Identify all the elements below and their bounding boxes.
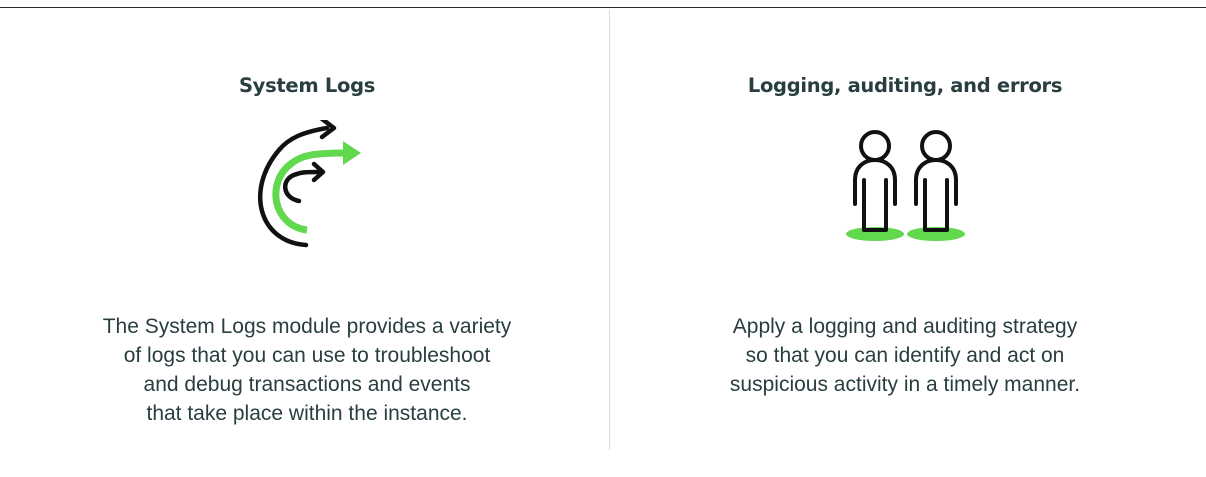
description-line: suspicious activity in a timely manner.	[729, 373, 1081, 396]
card-icon-wrap	[12, 120, 602, 250]
description-line: Apply a logging and auditing strategy	[732, 315, 1078, 338]
description-line: so that you can identify and act on	[745, 344, 1065, 367]
redirect-arrows-icon	[257, 120, 361, 248]
description-line: The System Logs module provides a variet…	[102, 315, 512, 338]
description-line: of logs that you can use to troubleshoot	[123, 344, 491, 367]
card-description: The System Logs module provides a variet…	[12, 312, 602, 428]
card-title: System Logs	[238, 74, 376, 97]
card-description: Apply a logging and auditing strategy so…	[610, 312, 1200, 399]
description-line: that take place within the instance.	[146, 402, 468, 425]
card-system-logs: System Logs The System Logs module provi…	[12, 0, 602, 477]
two-people-icon	[846, 130, 965, 241]
description-line: and debug transactions and events	[143, 373, 471, 396]
card-title: Logging, auditing, and errors	[747, 74, 1063, 97]
card-logging-auditing-errors: Logging, auditing, and errors Apply a lo…	[610, 0, 1200, 477]
card-icon-wrap	[610, 120, 1200, 250]
